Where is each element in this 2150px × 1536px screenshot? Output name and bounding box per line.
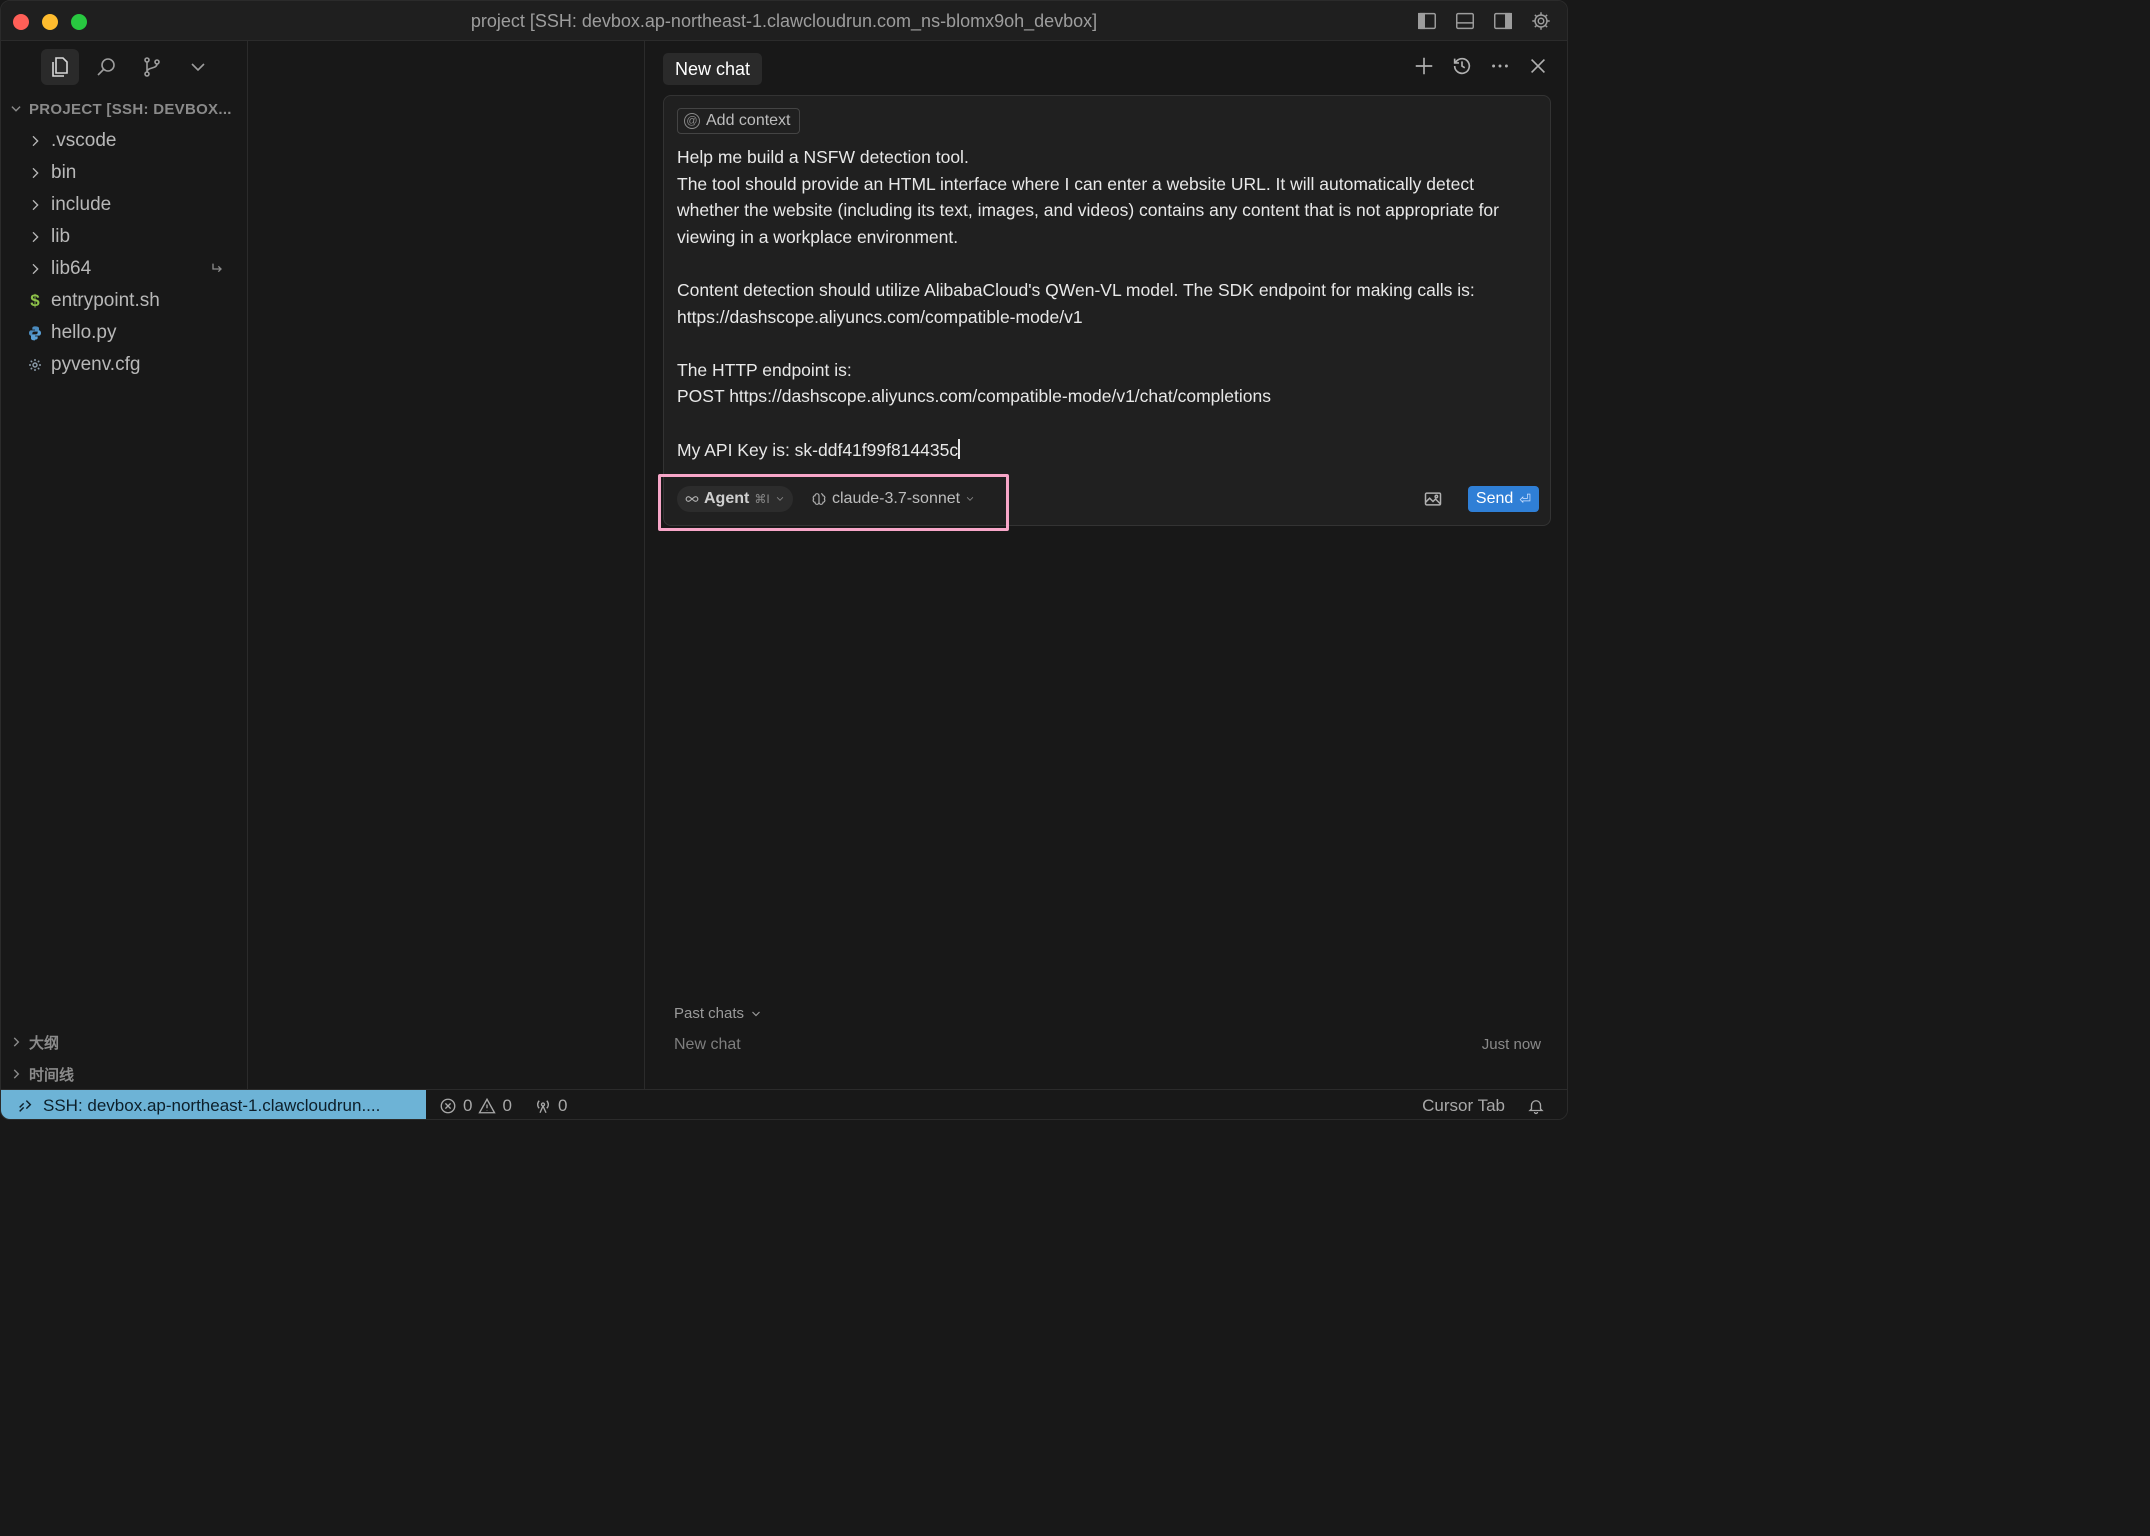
chat-actions (1413, 55, 1549, 77)
config-gear-icon (25, 355, 45, 375)
tree-item-label: include (51, 194, 112, 215)
remote-icon (19, 1100, 32, 1112)
tree-item-label: pyvenv.cfg (51, 354, 141, 375)
remote-label: SSH: devbox.ap-northeast-1.clawcloudrun.… (43, 1096, 381, 1115)
at-sign-icon: @ (684, 113, 700, 129)
chevron-right-icon (25, 195, 45, 215)
new-chat-plus-icon[interactable] (1413, 55, 1435, 77)
python-file-icon (25, 323, 45, 343)
app-window: project [SSH: devbox.ap-northeast-1.claw… (0, 0, 1568, 1120)
symlink-arrow-icon (209, 261, 225, 283)
brain-icon (812, 493, 826, 505)
more-views-chevron-icon[interactable] (179, 49, 217, 85)
model-label: claude-3.7-sonnet (832, 490, 961, 507)
attach-image-icon[interactable] (1423, 489, 1443, 509)
explorer-icon[interactable] (41, 49, 79, 85)
tree-item-label: entrypoint.sh (51, 290, 160, 311)
timeline-section-label: 时间线 (29, 1066, 75, 1084)
project-section-label: PROJECT [SSH: DEVBOX... (29, 100, 232, 118)
error-count: 0 (463, 1096, 473, 1115)
toggle-primary-sidebar-icon[interactable] (1415, 9, 1439, 33)
outline-section-header[interactable]: 大纲 (9, 1029, 59, 1055)
broadcast-icon (537, 1100, 549, 1114)
shell-file-icon: $ (30, 291, 40, 310)
composer-toolbar: Agent ⌘I claude-3.7-sonnet Send ⏎ (677, 484, 1539, 514)
tree-item-pyvenv-cfg[interactable]: pyvenv.cfg (1, 349, 247, 381)
project-section-header[interactable]: PROJECT [SSH: DEVBOX... (9, 97, 247, 121)
agent-mode-label: Agent (704, 490, 750, 507)
file-tree: .vscode bin include lib lib64 $ entrypoi… (1, 125, 247, 381)
chevron-right-icon (25, 259, 45, 279)
source-control-icon[interactable] (133, 49, 171, 85)
ports-indicator[interactable]: 0 (534, 1096, 567, 1116)
send-button[interactable]: Send ⏎ (1467, 486, 1539, 512)
prompt-text: Help me build a NSFW detection tool. The… (677, 147, 1499, 460)
add-context-button[interactable]: @ Add context (677, 108, 800, 134)
history-icon[interactable] (1451, 55, 1473, 77)
tree-item-lib64[interactable]: lib64 (1, 253, 247, 285)
status-bar: SSH: devbox.ap-northeast-1.clawcloudrun.… (1, 1089, 1567, 1119)
chevron-right-icon (13, 1069, 20, 1079)
warning-icon (478, 1097, 497, 1114)
prompt-input[interactable]: Help me build a NSFW detection tool. The… (677, 144, 1539, 463)
add-context-label: Add context (706, 112, 791, 129)
agent-mode-shortcut: ⌘I (754, 492, 770, 506)
chevron-right-icon (25, 131, 45, 151)
tree-item-lib[interactable]: lib (1, 221, 247, 253)
chevron-down-icon (11, 106, 21, 112)
chat-composer[interactable]: @ Add context Help me build a NSFW detec… (663, 95, 1551, 526)
chevron-right-icon (25, 163, 45, 183)
toggle-secondary-sidebar-icon[interactable] (1491, 9, 1515, 33)
editor-area (248, 41, 645, 1089)
toggle-panel-icon[interactable] (1453, 9, 1477, 33)
tree-item-label: lib (51, 226, 71, 247)
bell-icon[interactable] (1527, 1097, 1545, 1115)
tree-item-label: lib64 (51, 258, 92, 279)
chevron-down-icon (966, 497, 974, 501)
chevron-right-icon (25, 227, 45, 247)
agent-mode-selector[interactable]: Agent ⌘I (677, 486, 793, 512)
title-bar: project [SSH: devbox.ap-northeast-1.claw… (1, 1, 1567, 41)
infinity-icon (685, 496, 699, 502)
chevron-down-icon (752, 1011, 760, 1016)
status-right: Cursor Tab (1422, 1096, 1545, 1116)
tree-item-label: .vscode (51, 130, 117, 151)
tree-item-hello-py[interactable]: hello.py (1, 317, 247, 349)
tree-item-label: hello.py (51, 322, 117, 343)
chat-pane: New chat @ Add context Help me build a N… (646, 41, 1567, 1089)
settings-gear-icon[interactable] (1529, 9, 1553, 33)
tree-item-include[interactable]: include (1, 189, 247, 221)
past-chats-toggle[interactable]: Past chats (674, 1005, 762, 1022)
search-icon[interactable] (87, 49, 125, 85)
text-caret (958, 438, 960, 459)
past-chat-name: New chat (674, 1036, 741, 1053)
problems-indicator[interactable]: 0 0 0 (439, 1096, 567, 1116)
close-icon[interactable] (1527, 55, 1549, 77)
explorer-sidebar: PROJECT [SSH: DEVBOX... .vscode bin incl… (1, 41, 248, 1089)
model-selector[interactable]: claude-3.7-sonnet (811, 486, 975, 512)
tree-item-vscode[interactable]: .vscode (1, 125, 247, 157)
chat-tab[interactable]: New chat (663, 53, 763, 85)
remote-indicator[interactable]: SSH: devbox.ap-northeast-1.clawcloudrun.… (1, 1090, 426, 1119)
past-chats-label: Past chats (674, 1005, 745, 1022)
outline-section-label: 大纲 (29, 1034, 60, 1052)
cursor-tab-status[interactable]: Cursor Tab (1422, 1096, 1505, 1116)
window-title: project [SSH: devbox.ap-northeast-1.claw… (470, 11, 1098, 31)
timeline-section-header[interactable]: 时间线 (9, 1061, 74, 1087)
layout-controls (1415, 9, 1553, 33)
more-options-icon[interactable] (1489, 55, 1511, 77)
chevron-right-icon (13, 1037, 20, 1047)
tree-item-bin[interactable]: bin (1, 157, 247, 189)
warning-count: 0 (502, 1096, 512, 1115)
error-icon (440, 1098, 456, 1114)
activity-bar (41, 49, 217, 85)
tree-item-label: bin (51, 162, 77, 183)
return-key-icon: ⏎ (1519, 490, 1531, 507)
send-label: Send (1475, 490, 1514, 507)
past-chat-item[interactable]: New chat Just now (674, 1036, 1541, 1058)
ports-count: 0 (557, 1096, 568, 1115)
past-chat-time: Just now (1481, 1036, 1541, 1053)
tree-item-entrypoint[interactable]: $ entrypoint.sh (1, 285, 247, 317)
chevron-down-icon (776, 497, 783, 501)
